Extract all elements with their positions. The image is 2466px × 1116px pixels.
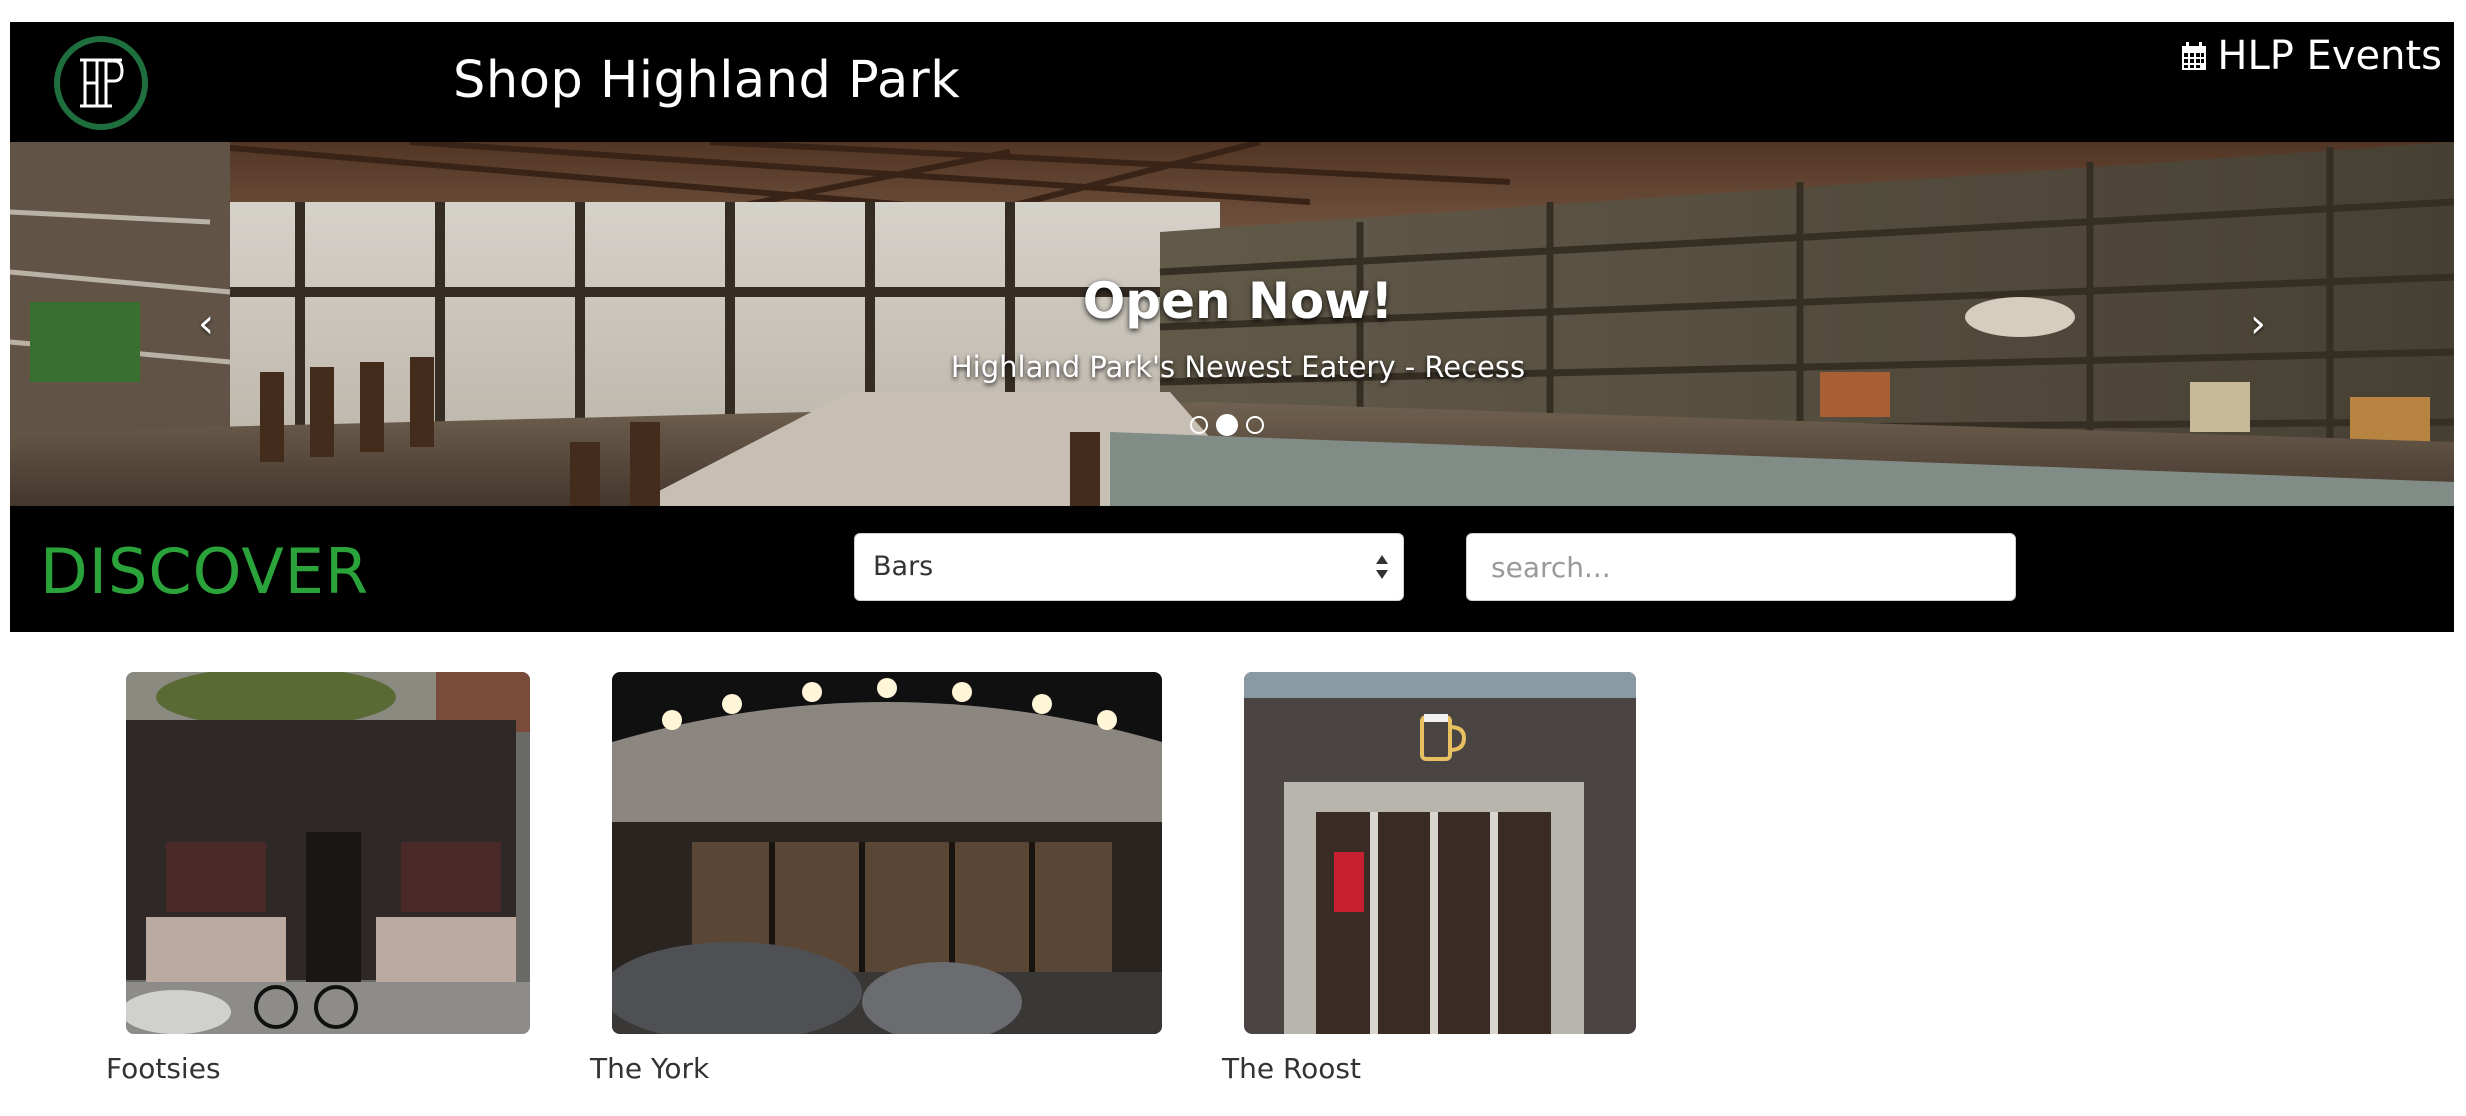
result-name[interactable]: Footsies — [106, 1052, 221, 1085]
result-thumbnail[interactable] — [612, 672, 1162, 1034]
hero-slide-image — [10, 142, 2454, 506]
site-header: Shop Highland Park HLP Events — [10, 22, 2454, 142]
discover-bar: DISCOVER Bars — [10, 506, 2454, 632]
result-thumbnail[interactable] — [1244, 672, 1636, 1034]
carousel-indicators — [1190, 414, 1264, 436]
carousel-next-button[interactable]: › — [2238, 302, 2278, 346]
result-card[interactable]: The Roost — [1222, 672, 1642, 1092]
result-card[interactable]: The York — [590, 672, 1162, 1092]
category-select-value: Bars — [873, 551, 934, 582]
result-card[interactable]: Footsies — [104, 672, 536, 1092]
carousel-indicator-active[interactable] — [1216, 414, 1238, 436]
calendar-icon — [2181, 41, 2207, 71]
site-logo[interactable] — [52, 34, 150, 132]
select-arrows-icon — [1375, 552, 1389, 582]
events-label: HLP Events — [2217, 33, 2442, 79]
carousel-indicator[interactable] — [1190, 416, 1208, 434]
hero-carousel[interactable]: Open Now! Highland Park's Newest Eatery … — [10, 142, 2454, 506]
result-thumbnail[interactable] — [126, 672, 530, 1034]
category-select[interactable]: Bars — [854, 533, 1404, 601]
page: Shop Highland Park HLP Events Open Now! … — [0, 0, 2466, 1116]
search-input[interactable] — [1466, 533, 2016, 601]
site-title[interactable]: Shop Highland Park — [453, 50, 960, 111]
carousel-indicator[interactable] — [1246, 416, 1264, 434]
discover-heading: DISCOVER — [40, 535, 370, 608]
carousel-prev-button[interactable]: ‹ — [186, 302, 226, 346]
result-name[interactable]: The Roost — [1222, 1052, 1361, 1085]
events-link[interactable]: HLP Events — [2181, 32, 2442, 80]
result-name[interactable]: The York — [590, 1052, 709, 1085]
